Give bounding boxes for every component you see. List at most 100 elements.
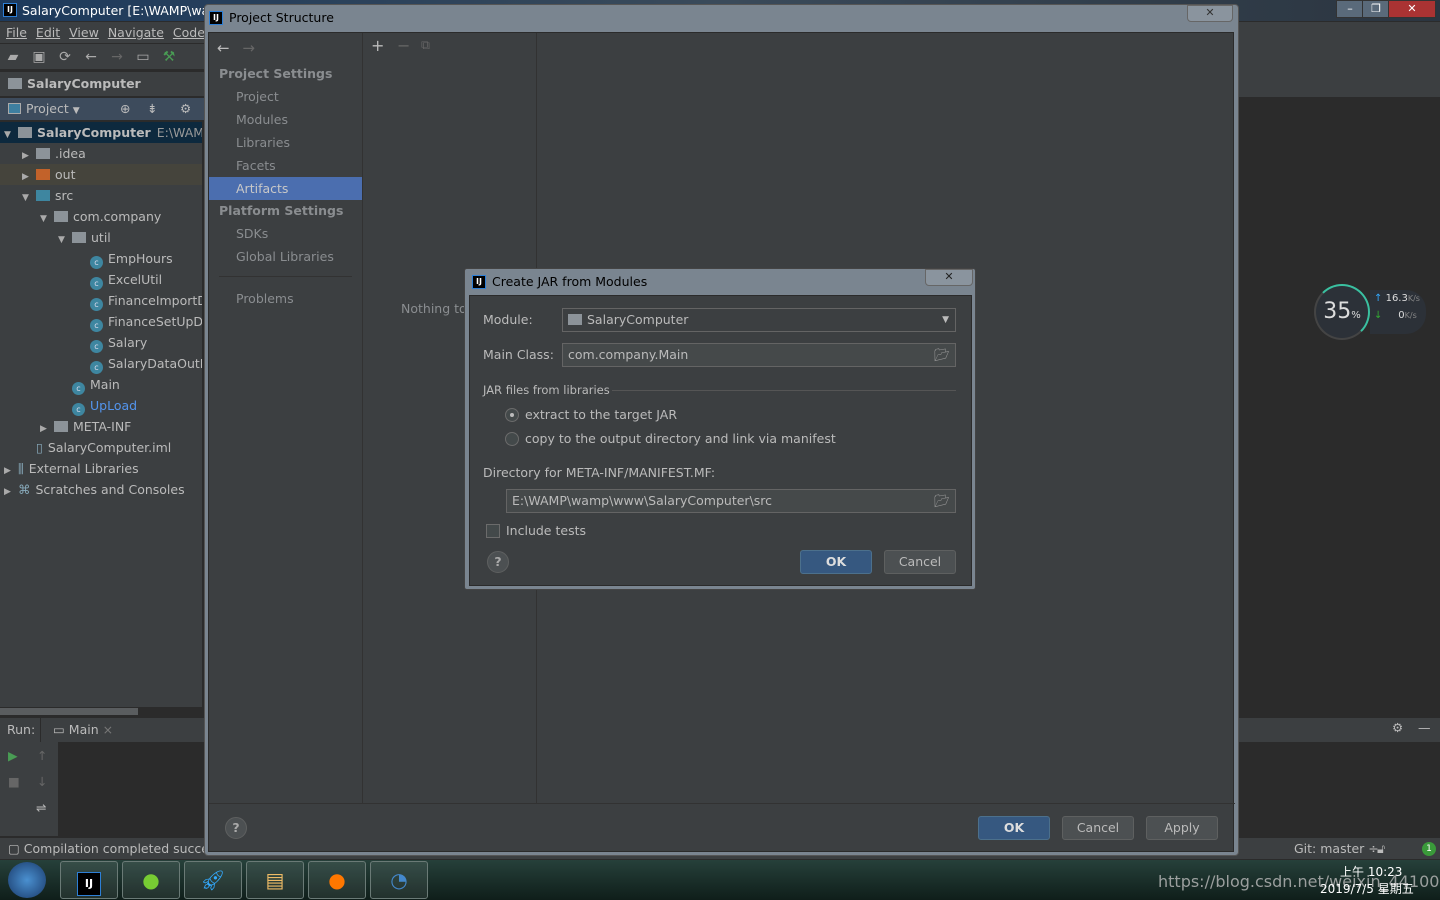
build-hammer-icon[interactable]: ⚒ [156,44,182,70]
module-select[interactable]: SalaryComputer ▼ [562,308,956,332]
tree-item[interactable]: ▶ META-INF [0,416,202,437]
nav-artifacts[interactable]: Artifacts [209,177,362,200]
tree-item[interactable]: ▶ out [0,164,202,185]
collapse-icon[interactable]: ⇟ [147,98,157,120]
project-view-selector[interactable]: Project [26,101,69,116]
tree-item[interactable]: c ExcelUtil [0,269,202,290]
nav-facets[interactable]: Facets [209,154,362,177]
run-tab-main[interactable]: ▭ Main × [40,718,125,742]
project-tree: ▼SalaryComputerE:\WAMP\wamp\www\SalaryCo… [0,122,202,707]
tree-item[interactable]: c Salary [0,332,202,353]
taskbar-app-blue[interactable]: ◔ [370,861,428,899]
panel-toggle-icon[interactable]: ▢ [8,841,20,856]
expand-right-icon[interactable]: ▶ [4,482,18,503]
cancel-button[interactable]: Cancel [1062,816,1134,840]
menu-code[interactable]: Code [173,25,205,40]
taskbar-app-rocket[interactable]: 🚀︎ [184,861,242,899]
open-icon[interactable]: ▰ [0,44,26,70]
close-button[interactable]: ✕ [1388,0,1436,18]
main-class-field[interactable]: com.company.Main 📂︎ [562,343,956,367]
up-icon[interactable]: ↑ [37,748,47,763]
tree-item[interactable]: ▼ src [0,185,202,206]
back-icon[interactable]: ← [217,39,230,57]
tree-item-label: FinanceSetUpData [108,314,202,329]
tree-item[interactable]: ▶ ⌘ Scratches and Consoles [0,479,202,500]
stop-icon[interactable]: ■ [8,774,20,789]
help-button[interactable]: ? [487,551,509,573]
hide-icon[interactable]: — [1418,720,1431,735]
include-tests-checkbox[interactable]: Include tests [486,523,586,538]
tree-item-label: UpLoad [90,398,138,413]
copy-icon[interactable]: ⧉ [421,37,430,53]
rerun-icon[interactable]: ▶ [8,748,18,763]
radio-button[interactable] [505,408,519,422]
radio-button[interactable] [505,432,519,446]
clock-date[interactable]: 2019/7/5 星期五 [1320,880,1414,897]
close-tab-icon[interactable]: × [103,722,113,737]
ok-button[interactable]: OK [800,550,872,574]
save-icon[interactable]: ▣ [26,44,52,70]
forward-icon[interactable]: → [242,39,255,57]
forward-icon[interactable]: → [104,44,130,70]
menu-file[interactable]: File [6,25,27,40]
tree-item[interactable]: ▼ com.company [0,206,202,227]
maximize-button[interactable]: ❐ [1362,0,1390,18]
soft-wrap-icon[interactable]: ⇌ [36,800,46,815]
radio-copy[interactable]: copy to the output directory and link vi… [505,431,836,446]
cancel-button[interactable]: Cancel [884,550,956,574]
git-branch[interactable]: Git: master ÷ [1294,838,1379,859]
checkbox[interactable] [486,524,500,538]
down-icon[interactable]: ↓ [37,774,47,789]
tree-item[interactable]: ▶ .idea [0,143,202,164]
main-class-value: com.company.Main [568,347,689,362]
menu-edit[interactable]: Edit [36,25,60,40]
start-button[interactable] [8,862,46,898]
run-config-icon[interactable]: ▭ [130,44,156,70]
ok-button[interactable]: OK [978,816,1050,840]
locate-icon[interactable]: ⊕ [120,98,130,120]
nav-global-libraries[interactable]: Global Libraries [209,245,362,268]
taskbar-firefox[interactable]: ● [308,861,366,899]
nav-project[interactable]: SalaryComputer [27,76,141,91]
help-button[interactable]: ? [225,817,247,839]
apply-button[interactable]: Apply [1146,816,1218,840]
lock-icon[interactable]: 🔓︎ [1377,838,1385,859]
tree-item[interactable]: c Main [0,374,202,395]
tree-item[interactable]: c EmpHours [0,248,202,269]
tree-item[interactable]: c FinanceImportData [0,290,202,311]
close-dialog-button[interactable]: ✕ [925,269,973,286]
nav-project[interactable]: Project [209,85,362,108]
horizontal-scrollbar[interactable] [0,708,138,715]
tree-item[interactable]: ▶ ⫼ External Libraries [0,458,202,479]
taskbar-intellij[interactable]: IJ [60,861,118,899]
folder-browse-icon[interactable]: 📂︎ [934,344,950,366]
manifest-dir-field[interactable]: E:\WAMP\wamp\www\SalaryComputer\src 📂︎ [506,489,956,513]
chevron-down-icon[interactable]: ▼ [73,106,80,116]
clock-time[interactable]: 上午 10:23 [1340,863,1402,880]
folder-browse-icon[interactable]: 📂︎ [934,490,950,512]
nav-modules[interactable]: Modules [209,108,362,131]
add-icon[interactable]: + [371,36,384,55]
nav-sdks[interactable]: SDKs [209,222,362,245]
taskbar-explorer[interactable]: ▤ [246,861,304,899]
notification-badge[interactable]: 1 [1422,842,1436,856]
back-icon[interactable]: ← [78,44,104,70]
tree-item[interactable]: c SalaryDataOutPut [0,353,202,374]
gear-icon[interactable]: ⚙ [180,98,191,120]
radio-extract[interactable]: extract to the target JAR [505,407,677,422]
taskbar-app-green[interactable]: ● [122,861,180,899]
remove-icon[interactable]: − [397,36,410,55]
tree-item[interactable]: ▼SalaryComputerE:\WAMP\wamp\www\SalaryCo… [0,122,202,143]
nav-problems[interactable]: Problems [209,287,362,310]
sync-icon[interactable]: ⟳ [52,44,78,70]
tree-item[interactable]: ▯ SalaryComputer.iml [0,437,202,458]
tree-item[interactable]: ▼ util [0,227,202,248]
minimize-button[interactable]: – [1336,0,1364,18]
tree-item[interactable]: c UpLoad [0,395,202,416]
gear-icon[interactable]: ⚙ [1392,720,1403,735]
close-dialog-button[interactable]: ✕ [1187,5,1233,22]
nav-libraries[interactable]: Libraries [209,131,362,154]
menu-navigate[interactable]: Navigate [108,25,164,40]
tree-item[interactable]: c FinanceSetUpData [0,311,202,332]
menu-view[interactable]: View [69,25,99,40]
